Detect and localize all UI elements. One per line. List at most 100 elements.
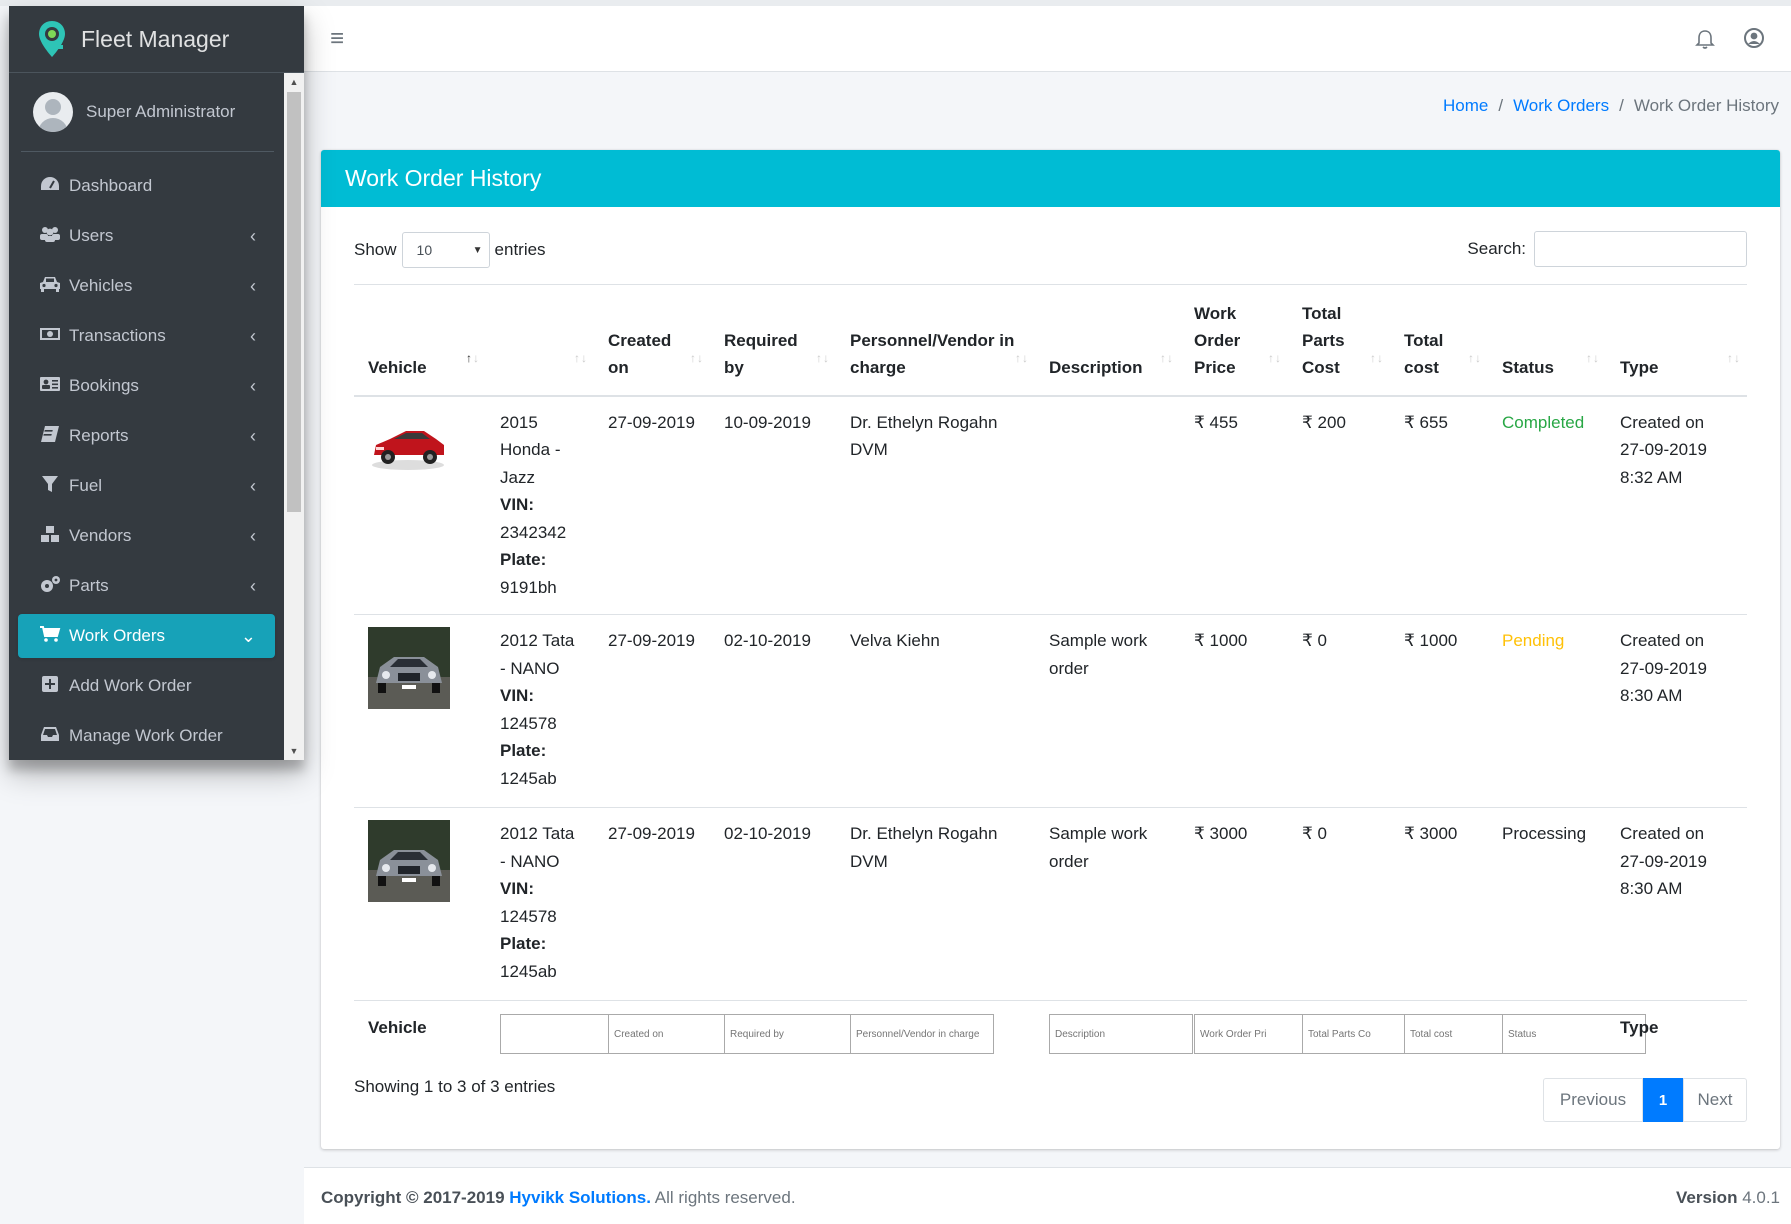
work-orders-table: Vehicle ↑↓ ↑↓ Created on ↑↓ Required by ↑↓ … [354,284,1747,1073]
price-cell: ₹ 3000 [1180,807,1288,1001]
column-header-description[interactable]: Description ↑↓ [1035,284,1180,397]
personnel-cell: Dr. Ethelyn Rogahn DVM [836,807,1035,1001]
sidebar-item-bookings[interactable]: Bookings ‹ [18,364,275,408]
type-cell: Created on 27-09-2019 8:32 AM [1606,395,1747,615]
cart-icon [38,625,62,648]
scroll-up-arrow-icon[interactable]: ▲ [284,73,304,91]
breadcrumb-work-orders-link[interactable]: Work Orders [1513,96,1609,116]
copyright: Copyright © 2017-2019 Hyvikk Solutions. … [321,1188,796,1208]
chevron-left-icon: ‹ [250,525,256,546]
sort-asc-icon: ↑↓ [466,350,480,365]
chevron-left-icon: ‹ [250,225,256,246]
plate-label: Plate: [500,934,547,953]
created-on-cell: 27-09-2019 [594,395,710,615]
column-header-status[interactable]: Status ↑↓ [1488,284,1606,397]
vehicle-name: 2015 Honda - Jazz [500,412,561,487]
column-header-work-order-price[interactable]: Work Order Price ↑↓ [1180,284,1288,397]
sidebar-item-transactions[interactable]: Transactions ‹ [18,314,275,358]
sidebar-item-reports[interactable]: Reports ‹ [18,414,275,458]
required-by-cell: 02-10-2019 [710,614,836,808]
sort-icon: ↑↓ [690,350,704,365]
sidebar-item-vendors[interactable]: Vendors ‹ [18,514,275,558]
table-controls: Show 10 ▼ entries Search: [354,207,1747,284]
show-label: Show [354,240,397,259]
breadcrumb-separator: / [1498,96,1504,115]
company-link[interactable]: Hyvikk Solutions. [509,1188,651,1207]
personnel-cell: Velva Kiehn [836,614,1035,808]
column-header-personnel[interactable]: Personnel/Vendor in charge ↑↓ [836,284,1035,397]
scroll-down-arrow-icon[interactable]: ▼ [284,742,304,760]
sidebar-scrollbar[interactable]: ▲ ▼ [284,73,304,760]
brand-name: Fleet Manager [81,25,230,52]
search-input[interactable] [1534,231,1747,267]
previous-page-button[interactable]: Previous [1543,1078,1643,1122]
sort-icon: ↑↓ [1468,350,1482,365]
brand[interactable]: Fleet Manager [9,6,304,73]
vin-value: 124578 [500,906,557,926]
sidebar-item-label: Transactions [69,326,166,345]
column-header-total-cost[interactable]: Total cost ↑↓ [1390,284,1488,397]
table-info: Showing 1 to 3 of 3 entries [354,1077,556,1096]
work-order-history-card: Work Order History Show 10 ▼ entries Sea… [321,150,1780,1149]
breadcrumb: Home / Work Orders / Work Order History [1443,96,1779,116]
sidebar-item-work-orders[interactable]: Work Orders ⌄ [18,614,275,658]
sidebar-item-parts[interactable]: Parts ‹ [18,564,275,608]
column-header-vehicle-details[interactable]: ↑↓ [486,284,594,397]
scrollbar-thumb[interactable] [287,92,301,512]
vin-value: 2342342 [500,522,567,542]
sidebar-item-dashboard[interactable]: Dashboard [18,164,275,208]
sidebar-item-add-work-order[interactable]: Add Work Order [18,664,275,708]
column-header-total-parts-cost[interactable]: Total Parts Cost ↑↓ [1288,284,1390,397]
required-by-cell: 02-10-2019 [710,807,836,1001]
table-row: 2012 Tata - NANO VIN: 124578 Plate: 1245… [354,807,1747,1001]
personnel-cell: Dr. Ethelyn Rogahn DVM [836,395,1035,615]
personnel-filter-input[interactable] [850,1014,994,1054]
page-1-button[interactable]: 1 [1643,1078,1683,1122]
sidebar-item-label: Bookings [69,376,139,395]
vin-label: VIN: [500,686,534,705]
type-cell: Created on 27-09-2019 8:30 AM [1606,807,1747,1001]
column-header-type[interactable]: Type ↑↓ [1606,284,1747,397]
fleet-logo-icon [39,21,65,57]
vin-label: VIN: [500,879,534,898]
sidebar-item-fuel[interactable]: Fuel ‹ [18,464,275,508]
version-info: Version 4.0.1 [1676,1188,1780,1208]
filter-cell [594,1000,752,1073]
status-badge: Processing [1488,807,1606,1001]
plate-label: Plate: [500,741,547,760]
bell-icon[interactable] [1695,28,1715,50]
chevron-left-icon: ‹ [250,275,256,296]
cogs-icon [38,575,62,598]
sort-icon: ↑↓ [1160,350,1174,365]
sidebar-item-label: Dashboard [69,176,153,195]
chevron-left-icon: ‹ [250,425,256,446]
breadcrumb-home-link[interactable]: Home [1443,96,1488,116]
hamburger-menu-icon[interactable]: ≡ [330,25,344,53]
sidebar-item-vehicles[interactable]: Vehicles ‹ [18,264,275,308]
vehicle-details-cell: 2012 Tata - NANO VIN: 124578 Plate: 1245… [486,614,594,808]
entries-length-select[interactable]: 10 ▼ [401,232,490,268]
footer-type-label: Type [1606,1000,1747,1073]
user-panel[interactable]: Super Administrator [21,73,274,152]
table-row: 2012 Tata - NANO VIN: 124578 Plate: 1245… [354,614,1747,808]
sidebar-item-users[interactable]: Users ‹ [18,214,275,258]
column-header-required-by[interactable]: Required by ↑↓ [710,284,836,397]
inbox-icon [38,726,62,747]
red-car-image [372,430,444,470]
chevron-left-icon: ‹ [250,575,256,596]
column-header-created-on[interactable]: Created on ↑↓ [594,284,710,397]
status-badge: Completed [1488,395,1606,615]
status-badge: Pending [1488,614,1606,808]
sort-icon: ↑↓ [1727,350,1741,365]
plate-value: 9191bh [500,577,557,597]
filter-cell [1488,1000,1646,1073]
next-page-button[interactable]: Next [1683,1078,1747,1122]
sidebar-item-manage-work-order[interactable]: Manage Work Order [18,714,275,758]
column-header-vehicle[interactable]: Vehicle ↑↓ [354,284,486,397]
sidebar-item-label: Vendors [69,526,132,545]
price-cell: ₹ 1000 [1180,614,1288,808]
sort-icon: ↑↓ [1370,350,1384,365]
user-name[interactable]: Super Administrator [86,102,235,122]
user-circle-icon[interactable] [1743,27,1765,49]
description-filter-input[interactable] [1049,1014,1193,1054]
